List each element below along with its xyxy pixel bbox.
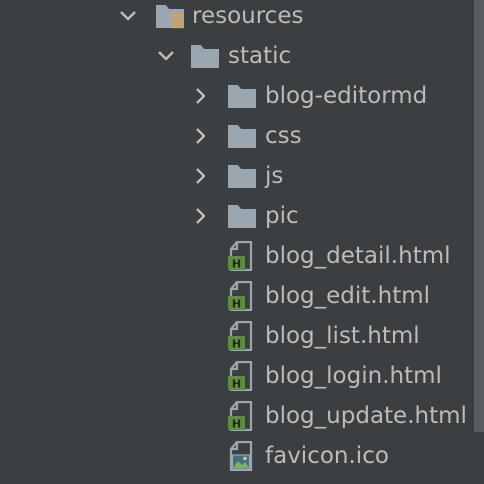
tree-item-label: static bbox=[228, 43, 292, 69]
svg-text:H: H bbox=[232, 298, 241, 311]
tree-item-blog-edit-html[interactable]: H blog_edit.html bbox=[0, 276, 474, 316]
tree-item-label: resources bbox=[192, 3, 304, 29]
vertical-scrollbar[interactable] bbox=[474, 0, 484, 432]
tree-item-blog-list-html[interactable]: H blog_list.html bbox=[0, 316, 474, 356]
tree-item-js[interactable]: js bbox=[0, 156, 474, 196]
tree-item-static[interactable]: static bbox=[0, 36, 474, 76]
tree-item-blog-editormd[interactable]: blog-editormd bbox=[0, 76, 474, 116]
folder-icon bbox=[227, 81, 257, 111]
tree-item-pic[interactable]: pic bbox=[0, 196, 474, 236]
chevron-down-icon[interactable] bbox=[116, 4, 140, 28]
tree-item-label: blog-editormd bbox=[265, 83, 428, 109]
chevron-right-icon[interactable] bbox=[188, 84, 212, 108]
tree-item-label: blog_login.html bbox=[265, 363, 442, 389]
tree-item-label: blog_edit.html bbox=[265, 283, 431, 309]
svg-text:H: H bbox=[232, 378, 241, 391]
resources-folder-icon bbox=[155, 1, 185, 31]
chevron-right-icon[interactable] bbox=[188, 164, 212, 188]
tree-item-label: css bbox=[265, 123, 302, 149]
tree-item-label: blog_update.html bbox=[265, 403, 467, 429]
html-file-icon: H bbox=[227, 360, 257, 392]
tree-item-blog-update-html[interactable]: H blog_update.html bbox=[0, 396, 474, 436]
svg-text:H: H bbox=[232, 418, 241, 431]
chevron-right-icon[interactable] bbox=[188, 124, 212, 148]
tree-item-favicon-ico[interactable]: favicon.ico bbox=[0, 436, 474, 476]
folder-icon bbox=[227, 161, 257, 191]
project-file-tree: resources static blog-editormd css js pi… bbox=[0, 0, 484, 484]
image-file-icon bbox=[227, 440, 257, 472]
svg-text:H: H bbox=[232, 338, 241, 351]
tree-item-resources[interactable]: resources bbox=[0, 0, 474, 36]
tree-item-label: js bbox=[265, 163, 284, 189]
folder-icon bbox=[227, 201, 257, 231]
tree-item-label: blog_list.html bbox=[265, 323, 420, 349]
tree-item-label: favicon.ico bbox=[265, 443, 389, 469]
html-file-icon: H bbox=[227, 320, 257, 352]
tree-item-css[interactable]: css bbox=[0, 116, 474, 156]
folder-icon bbox=[227, 121, 257, 151]
chevron-down-icon[interactable] bbox=[154, 44, 178, 68]
html-file-icon: H bbox=[227, 400, 257, 432]
html-file-icon: H bbox=[227, 240, 257, 272]
tree-item-label: pic bbox=[265, 203, 299, 229]
tree-item-blog-detail-html[interactable]: H blog_detail.html bbox=[0, 236, 474, 276]
chevron-right-icon[interactable] bbox=[188, 204, 212, 228]
tree-item-label: blog_detail.html bbox=[265, 243, 451, 269]
svg-text:H: H bbox=[232, 258, 241, 271]
html-file-icon: H bbox=[227, 280, 257, 312]
folder-icon bbox=[190, 41, 220, 71]
tree-item-blog-login-html[interactable]: H blog_login.html bbox=[0, 356, 474, 396]
